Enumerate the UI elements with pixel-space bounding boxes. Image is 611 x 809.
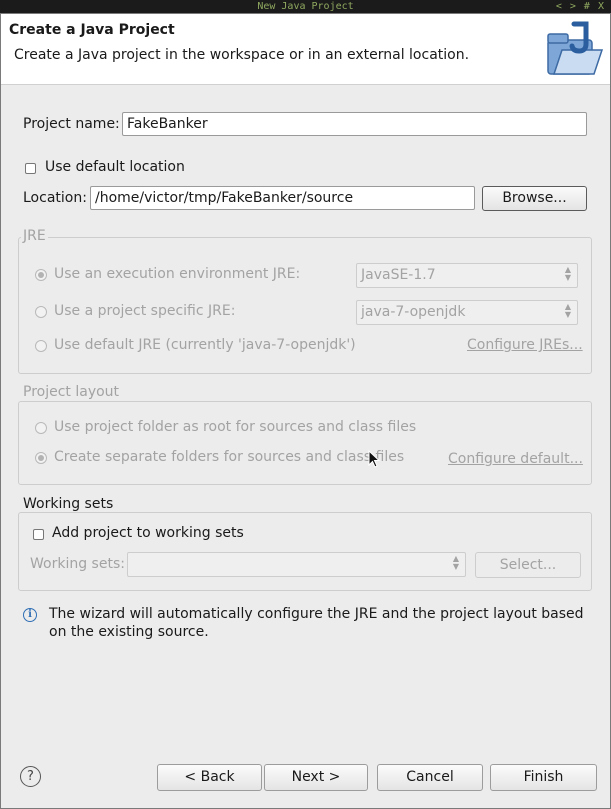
info-text-line2: on the existing source.	[49, 624, 209, 640]
project-name-input[interactable]: FakeBanker	[122, 112, 587, 136]
cancel-button[interactable]: Cancel	[377, 764, 483, 791]
project-specific-jre-radio[interactable]	[35, 306, 47, 318]
browse-button[interactable]: Browse...	[482, 186, 587, 211]
execution-env-value: JavaSE-1.7	[361, 267, 436, 283]
project-root-radio[interactable]	[35, 422, 47, 434]
window-controls[interactable]: < > # X	[556, 0, 605, 13]
execution-env-select[interactable]: JavaSE-1.7 ▲ ▼	[356, 263, 578, 288]
working-sets-label: Working sets:	[30, 556, 125, 572]
select-working-sets-button[interactable]: Select...	[475, 552, 581, 578]
configure-jres-link[interactable]: Configure JREs...	[467, 337, 583, 353]
spinner-arrows-icon: ▲ ▼	[564, 302, 571, 319]
finish-button[interactable]: Finish	[490, 764, 597, 791]
next-button[interactable]: Next >	[264, 764, 368, 791]
project-specific-jre-select[interactable]: java-7-openjdk ▲ ▼	[356, 300, 578, 325]
use-default-location-label: Use default location	[45, 159, 185, 175]
working-sets-select[interactable]: ▲ ▼	[127, 552, 466, 577]
separate-folders-radio[interactable]	[35, 452, 47, 464]
default-jre-radio[interactable]	[35, 340, 47, 352]
working-sets-legend: Working sets	[21, 496, 116, 512]
wizard-title: Create a Java Project	[9, 22, 175, 38]
location-label: Location:	[23, 190, 87, 206]
info-icon: i	[23, 608, 37, 622]
window-titlebar: New Java Project < > # X	[0, 0, 611, 13]
help-icon[interactable]: ?	[20, 766, 41, 787]
mouse-cursor-icon	[368, 450, 380, 468]
back-button[interactable]: < Back	[157, 764, 262, 791]
project-layout-legend: Project layout	[21, 384, 122, 400]
project-specific-jre-value: java-7-openjdk	[361, 304, 466, 320]
execution-env-radio[interactable]	[35, 269, 47, 281]
java-project-folder-icon	[547, 21, 604, 75]
spinner-arrows-icon: ▲ ▼	[564, 265, 571, 282]
window-title: New Java Project	[257, 1, 354, 12]
default-jre-label: Use default JRE (currently 'java-7-openj…	[54, 337, 356, 353]
wizard-description: Create a Java project in the workspace o…	[14, 47, 470, 63]
add-to-working-sets-label: Add project to working sets	[52, 525, 244, 541]
wizard-header: Create a Java Project Create a Java proj…	[1, 14, 610, 85]
separate-folders-label: Create separate folders for sources and …	[54, 449, 405, 465]
project-layout-group	[18, 401, 592, 485]
info-text-line1: The wizard will automatically configure …	[49, 606, 584, 622]
configure-default-link[interactable]: Configure default...	[448, 451, 583, 467]
location-input[interactable]: /home/victor/tmp/FakeBanker/source	[90, 186, 475, 210]
project-name-label: Project name:	[23, 116, 120, 132]
spinner-arrows-icon: ▲ ▼	[452, 554, 459, 571]
execution-env-label: Use an execution environment JRE:	[54, 266, 301, 282]
project-root-label: Use project folder as root for sources a…	[54, 419, 417, 435]
use-default-location-checkbox[interactable]	[25, 163, 36, 174]
add-to-working-sets-checkbox[interactable]	[33, 529, 44, 540]
project-specific-jre-label: Use a project specific JRE:	[54, 303, 236, 319]
jre-legend: JRE	[21, 228, 48, 244]
